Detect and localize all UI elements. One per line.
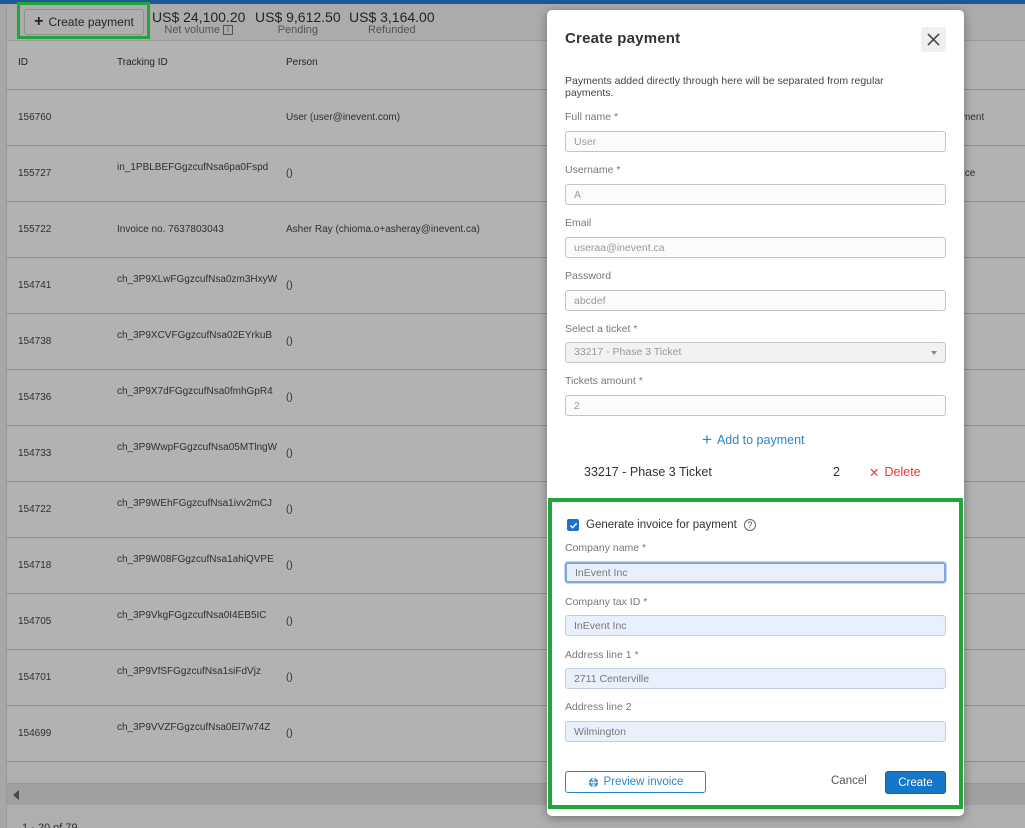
- delete-label: Delete: [884, 465, 921, 479]
- address-line-2-label: Address line 2: [565, 701, 632, 713]
- plus-icon: +: [702, 430, 712, 449]
- dropdown-caret-icon: [931, 351, 937, 355]
- globe-icon: [588, 777, 598, 787]
- checkmark-icon: [569, 522, 577, 529]
- ticket-item-name: 33217 - Phase 3 Ticket: [584, 465, 712, 479]
- username-input[interactable]: [565, 184, 946, 205]
- create-payment-modal: Create payment Payments added directly t…: [547, 10, 964, 816]
- tickets-amount-label: Tickets amount *: [565, 375, 643, 387]
- ticket-select-label: Select a ticket *: [565, 323, 638, 335]
- x-icon: ✕: [869, 466, 880, 480]
- preview-invoice-label: Preview invoice: [603, 776, 684, 788]
- address-line-1-input[interactable]: [565, 668, 946, 689]
- close-button[interactable]: [921, 27, 946, 52]
- ticket-select[interactable]: 33217 - Phase 3 Ticket: [565, 342, 946, 363]
- password-input[interactable]: [565, 290, 946, 311]
- address-line-2-input[interactable]: [565, 721, 946, 742]
- generate-invoice-row: Generate invoice for payment ?: [567, 519, 756, 531]
- email-input[interactable]: [565, 237, 946, 258]
- modal-title: Create payment: [565, 30, 681, 47]
- help-icon[interactable]: ?: [743, 519, 756, 531]
- cancel-button[interactable]: Cancel: [831, 775, 867, 787]
- close-icon: [927, 33, 940, 46]
- delete-ticket-button[interactable]: ✕ Delete: [869, 465, 921, 480]
- address-line-1-label: Address line 1 *: [565, 649, 639, 661]
- full-name-label: Full name *: [565, 111, 619, 123]
- add-to-payment-link[interactable]: + Add to payment: [702, 431, 805, 448]
- tickets-amount-input[interactable]: [565, 395, 946, 416]
- company-name-input[interactable]: [565, 562, 946, 583]
- generate-invoice-checkbox[interactable]: [567, 519, 579, 531]
- ticket-item-quantity: 2: [833, 465, 840, 479]
- generate-invoice-label[interactable]: Generate invoice for payment: [586, 519, 737, 531]
- modal-description: Payments added directly through here wil…: [565, 75, 884, 99]
- password-label: Password: [565, 270, 612, 282]
- ticket-list-item: 33217 - Phase 3 Ticket 2 ✕ Delete: [584, 465, 929, 483]
- company-tax-id-label: Company tax ID *: [565, 596, 648, 608]
- username-label: Username *: [565, 164, 621, 176]
- full-name-input[interactable]: [565, 131, 946, 152]
- email-label: Email: [565, 217, 592, 229]
- ticket-select-value: 33217 - Phase 3 Ticket: [574, 346, 682, 358]
- company-tax-id-input[interactable]: [565, 615, 946, 636]
- add-to-payment-label: Add to payment: [716, 432, 805, 447]
- preview-invoice-button[interactable]: Preview invoice: [565, 771, 706, 793]
- company-name-label: Company name *: [565, 542, 647, 554]
- create-button[interactable]: Create: [885, 771, 946, 794]
